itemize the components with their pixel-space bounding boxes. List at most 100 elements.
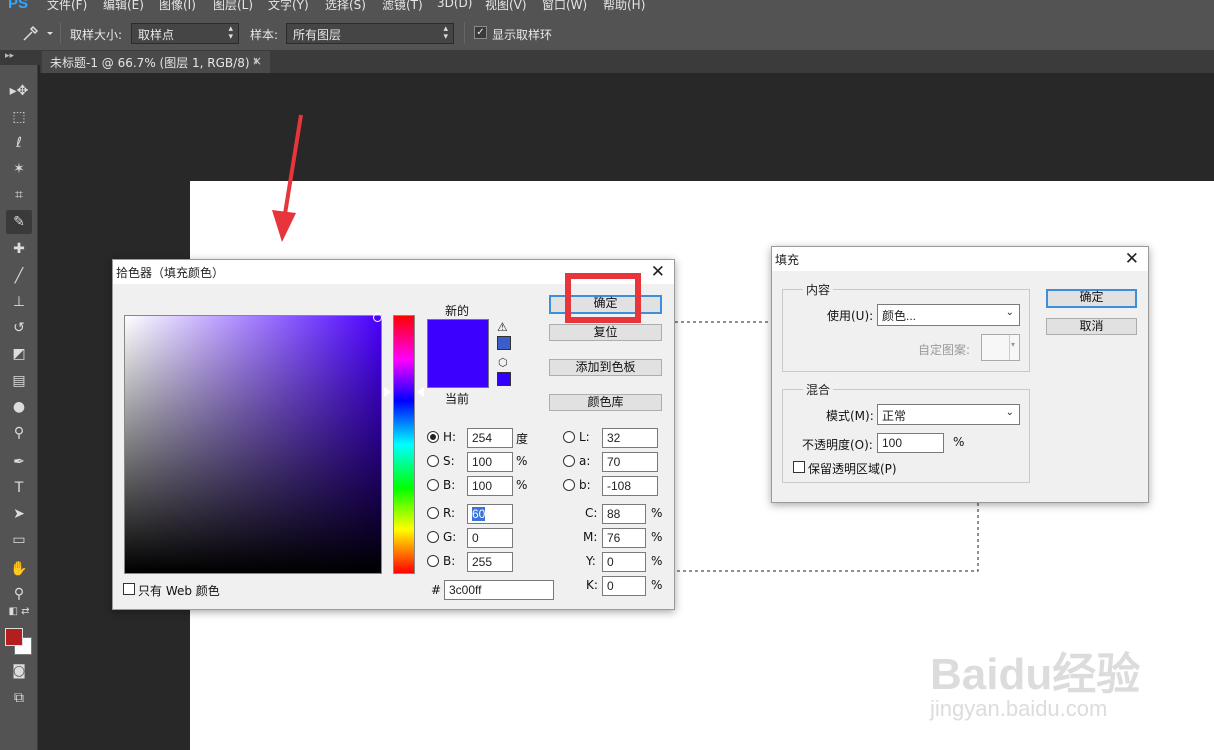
toolbar-header[interactable]: ▸▸	[0, 51, 40, 65]
history-brush-icon[interactable]: ↺	[6, 316, 32, 340]
fill-cancel-button[interactable]: 取消	[1046, 318, 1137, 335]
brightness-radio[interactable]	[427, 479, 439, 491]
close-tab-icon[interactable]: ×	[252, 54, 262, 68]
opacity-input[interactable]: 100	[877, 433, 944, 453]
rectangle-icon[interactable]: ▭	[6, 528, 32, 552]
brightness-label: B:	[443, 478, 456, 492]
saturation-brightness-field[interactable]	[124, 315, 382, 574]
brush-icon[interactable]: ╱	[6, 264, 32, 288]
magenta-label: M:	[583, 530, 598, 544]
current-color-swatch[interactable]	[427, 354, 489, 388]
hex-input[interactable]: 3c00ff	[444, 580, 554, 600]
blue-radio[interactable]	[427, 555, 439, 567]
blend-group-title: 混合	[803, 381, 834, 398]
fill-title: 填充	[775, 253, 800, 267]
preserve-transparency-checkbox[interactable]	[793, 461, 805, 473]
menu-edit[interactable]: 编辑(E)	[103, 0, 144, 13]
fill-titlebar: 填充 ✕	[772, 247, 1148, 271]
lab-a-input[interactable]: 70	[602, 452, 658, 472]
lab-b-radio[interactable]	[563, 479, 575, 491]
opacity-label: 不透明度(O):	[802, 438, 873, 452]
magenta-unit: %	[651, 530, 663, 544]
cyan-input[interactable]: 88	[602, 504, 646, 524]
dodge-icon[interactable]: ⚲	[6, 421, 32, 445]
menu-help[interactable]: 帮助(H)	[603, 0, 645, 13]
custom-pattern-picker[interactable]: ▾	[981, 334, 1020, 361]
gamut-warning-icon: ⚠	[497, 320, 508, 334]
reset-button[interactable]: 复位	[549, 324, 662, 341]
hand-icon[interactable]: ✋	[6, 557, 32, 581]
menu-file[interactable]: 文件(F)	[47, 0, 87, 13]
red-radio[interactable]	[427, 507, 439, 519]
black-input[interactable]: 0	[602, 576, 646, 596]
mode-select[interactable]: 正常 ⌄	[877, 404, 1020, 425]
menu-3d[interactable]: 3D(D)	[437, 0, 472, 10]
yellow-input[interactable]: 0	[602, 552, 646, 572]
menu-select[interactable]: 选择(S)	[325, 0, 366, 13]
add-to-swatches-button[interactable]: 添加到色板	[549, 359, 662, 376]
fill-ok-button[interactable]: 确定	[1046, 289, 1137, 308]
web-safe-color-swatch[interactable]	[497, 372, 511, 386]
show-ring-checkbox[interactable]: ✓	[474, 26, 487, 39]
menu-filter[interactable]: 滤镜(T)	[382, 0, 423, 13]
hue-radio[interactable]	[427, 431, 439, 443]
document-tab[interactable]: 未标题-1 @ 66.7% (图层 1, RGB/8) * ×	[42, 51, 270, 73]
screen-mode-icon[interactable]: ⧉	[6, 686, 32, 710]
close-icon[interactable]: ✕	[651, 262, 665, 282]
green-input[interactable]: 0	[467, 528, 513, 548]
use-label: 使用(U):	[827, 309, 874, 323]
foreground-color-swatch[interactable]	[5, 628, 23, 646]
move-icon[interactable]: ▸✥	[6, 79, 32, 103]
eraser-icon[interactable]: ◩	[6, 342, 32, 366]
eyedropper-icon[interactable]: ✎	[6, 210, 32, 234]
sample-label: 样本:	[250, 28, 279, 42]
menu-window[interactable]: 窗口(W)	[542, 0, 587, 13]
blur-icon[interactable]: ●	[6, 395, 32, 419]
path-selection-icon[interactable]: ➤	[6, 502, 32, 526]
gradient-icon[interactable]: ▤	[6, 369, 32, 393]
sample-size-select[interactable]: 取样点 ▴ ▾	[131, 23, 239, 44]
blue-input[interactable]: 255	[467, 552, 513, 572]
lab-l-radio[interactable]	[563, 431, 575, 443]
type-icon[interactable]: T	[6, 476, 32, 500]
green-radio[interactable]	[427, 531, 439, 543]
hue-slider-handle-right[interactable]	[417, 387, 424, 397]
eyedropper-icon[interactable]	[20, 23, 56, 43]
brightness-input[interactable]: 100	[467, 476, 513, 496]
new-color-label: 新的	[445, 304, 470, 318]
lab-l-input[interactable]: 32	[602, 428, 658, 448]
gamut-color-swatch[interactable]	[497, 336, 511, 350]
web-colors-only-checkbox[interactable]	[123, 583, 135, 595]
healing-brush-icon[interactable]: ✚	[6, 237, 32, 261]
lab-a-radio[interactable]	[563, 455, 575, 467]
close-icon[interactable]: ✕	[1125, 249, 1139, 269]
hue-label: H:	[443, 430, 457, 444]
pen-icon[interactable]: ✒	[6, 450, 32, 474]
lab-b-input[interactable]: -108	[602, 476, 658, 496]
lasso-icon[interactable]: ℓ	[6, 131, 32, 155]
magic-wand-icon[interactable]: ✶	[6, 157, 32, 181]
clone-stamp-icon[interactable]: ⊥	[6, 290, 32, 314]
marquee-icon[interactable]: ⬚	[6, 105, 32, 129]
swap-colors-icon[interactable]: ◧ ⇄	[6, 605, 32, 619]
magenta-input[interactable]: 76	[602, 528, 646, 548]
color-field-marker[interactable]	[373, 313, 382, 322]
custom-pattern-label: 自定图案:	[918, 343, 971, 357]
menu-layer[interactable]: 图层(L)	[213, 0, 253, 13]
red-input[interactable]: 60	[467, 504, 513, 524]
hue-slider-handle-left[interactable]	[384, 387, 391, 397]
menu-type[interactable]: 文字(Y)	[268, 0, 309, 13]
sample-select[interactable]: 所有图层 ▴ ▾	[286, 23, 454, 44]
use-select[interactable]: 颜色... ⌄	[877, 304, 1020, 326]
saturation-input[interactable]: 100	[467, 452, 513, 472]
hue-slider[interactable]	[393, 315, 415, 574]
saturation-radio[interactable]	[427, 455, 439, 467]
menu-view[interactable]: 视图(V)	[485, 0, 527, 13]
zoom-icon[interactable]: ⚲	[6, 582, 32, 606]
crop-icon[interactable]: ⌗	[6, 183, 32, 207]
quick-mask-icon[interactable]: ◙	[6, 659, 32, 683]
menu-image[interactable]: 图像(I)	[159, 0, 196, 13]
brightness-unit: %	[516, 478, 528, 492]
hue-input[interactable]: 254	[467, 428, 513, 448]
color-libraries-button[interactable]: 颜色库	[549, 394, 662, 411]
